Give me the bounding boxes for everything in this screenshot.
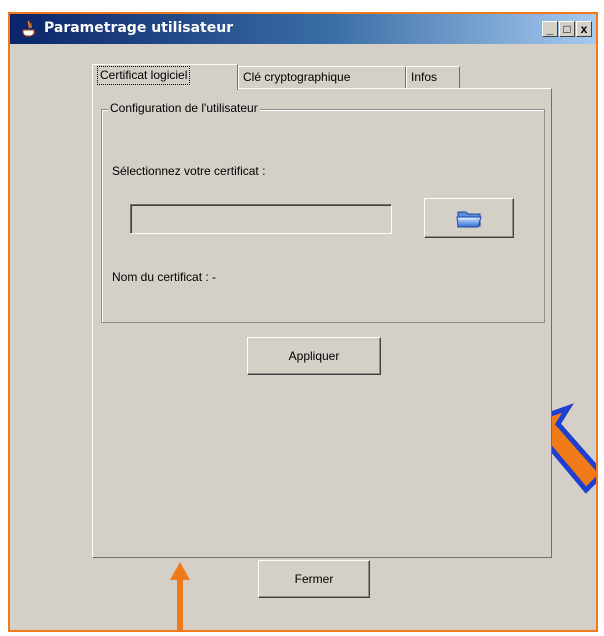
select-certificate-label: Sélectionnez votre certificat : [112,164,266,178]
window-title: Parametrage utilisateur [44,20,234,36]
maximize-button[interactable]: □ [559,21,575,37]
certificate-path-field[interactable] [130,204,392,234]
tab-label: Certificat logiciel [97,66,191,85]
close-window-button[interactable]: x [576,21,592,37]
tab-panel: Configuration de l'utilisateur Sélection… [92,88,552,558]
annotation-arrow-up-icon [170,562,190,630]
apply-button[interactable]: Appliquer [247,337,381,375]
title-bar[interactable]: Parametrage utilisateur _ □ x [10,14,596,44]
java-app-icon [22,20,36,37]
group-title: Configuration de l'utilisateur [108,101,260,115]
settings-window: Parametrage utilisateur _ □ x Certificat… [8,12,598,632]
browse-certificate-button[interactable] [424,198,514,238]
close-button[interactable]: Fermer [258,560,370,598]
tab-cle-cryptographique[interactable]: Clé cryptographique [238,66,406,88]
user-config-group: Configuration de l'utilisateur Sélection… [101,101,545,323]
tab-infos[interactable]: Infos [406,66,460,88]
tab-label: Clé cryptographique [243,70,351,84]
minimize-button[interactable]: _ [542,21,558,37]
certificate-name-label: Nom du certificat : - [112,270,217,284]
tab-certificat-logiciel[interactable]: Certificat logiciel [92,64,238,90]
tab-label: Infos [411,70,438,84]
folder-open-icon [456,211,482,228]
